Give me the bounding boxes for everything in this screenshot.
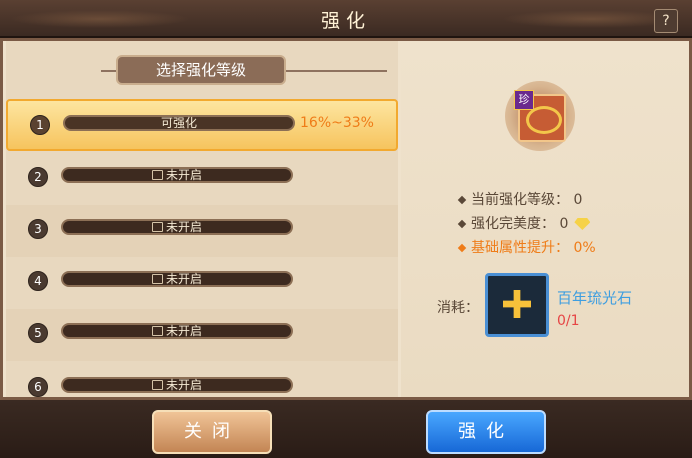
stat-label: 强化完美度：: [471, 216, 555, 232]
diamond-icon: [574, 218, 591, 230]
base-boost-stat: 基础属性提升： 0%: [457, 237, 596, 257]
lock-icon: [151, 274, 163, 284]
lock-icon: [151, 222, 163, 232]
close-button[interactable]: 关闭: [152, 410, 272, 454]
level-row-3[interactable]: 3 未开启: [6, 205, 398, 257]
level-row-2[interactable]: 2 未开启: [6, 153, 398, 205]
material-name[interactable]: 百年琉光石: [557, 287, 632, 308]
level-bar: 未开启: [61, 219, 293, 235]
level-number: 6: [28, 377, 48, 397]
level-number: 1: [30, 115, 50, 135]
bullet-icon: [457, 195, 467, 205]
lock-icon: [151, 380, 163, 390]
level-number: 4: [28, 271, 48, 291]
level-status: 未开启: [165, 272, 202, 286]
ornament-icon: [526, 106, 562, 134]
strengthen-button[interactable]: 强化: [426, 410, 546, 454]
material-count: 0/1: [557, 313, 580, 329]
level-bar: 未开启: [61, 323, 293, 339]
level-range: 16%~33%: [300, 115, 374, 131]
level-status: 未开启: [165, 378, 202, 392]
dialog-title: 强化: [320, 10, 371, 32]
bottom-bar: 关闭 强化: [0, 400, 692, 458]
level-row-6[interactable]: 6 未开启: [6, 363, 398, 397]
level-bar: 未开启: [61, 377, 293, 393]
strengthen-dialog: 强化 ? 选择强化等级 1 可强化 16%~33% 2 未开启 3 未开启 4: [0, 0, 692, 458]
stat-label: 基础属性提升：: [471, 240, 569, 256]
lock-icon: [151, 170, 163, 180]
bullet-icon: [457, 219, 467, 229]
cost-label: 消耗：: [437, 300, 479, 316]
stat-label: 当前强化等级：: [471, 192, 569, 208]
material-slot[interactable]: [485, 273, 549, 337]
divider-right: [282, 70, 387, 72]
level-status: 未开启: [165, 324, 202, 338]
level-number: 2: [28, 167, 48, 187]
level-row-4[interactable]: 4 未开启: [6, 257, 398, 309]
level-bar: 未开启: [61, 167, 293, 183]
content-area: 选择强化等级 1 可强化 16%~33% 2 未开启 3 未开启 4 未开启 5…: [0, 38, 692, 400]
rarity-tag: 珍: [514, 90, 534, 110]
level-panel: 选择强化等级 1 可强化 16%~33% 2 未开启 3 未开启 4 未开启 5…: [6, 41, 398, 397]
level-status: 未开启: [165, 220, 202, 234]
bullet-icon: [457, 243, 467, 253]
level-number: 3: [28, 219, 48, 239]
detail-panel: 珍 当前强化等级： 0 强化完美度： 0 基础属性提升： 0% 消耗： 百年琉光…: [401, 41, 689, 397]
title-bar: 强化 ?: [0, 0, 692, 38]
level-number: 5: [28, 323, 48, 343]
stat-value: 0: [573, 192, 583, 208]
section-title: 选择强化等级: [116, 55, 286, 85]
plus-icon: [503, 290, 531, 318]
level-bar: 可强化: [63, 115, 295, 131]
level-bar: 未开启: [61, 271, 293, 287]
perfection-stat: 强化完美度： 0: [457, 213, 591, 233]
level-row-1[interactable]: 1 可强化 16%~33%: [6, 99, 398, 151]
help-button[interactable]: ?: [654, 9, 678, 33]
level-row-5[interactable]: 5 未开启: [6, 309, 398, 361]
item-slot[interactable]: 珍: [514, 90, 566, 142]
lock-icon: [151, 326, 163, 336]
stat-value: 0: [559, 216, 569, 232]
stat-value: 0%: [573, 240, 596, 256]
level-status: 未开启: [165, 168, 202, 182]
current-level-stat: 当前强化等级： 0: [457, 189, 583, 209]
level-status: 可强化: [160, 116, 197, 130]
